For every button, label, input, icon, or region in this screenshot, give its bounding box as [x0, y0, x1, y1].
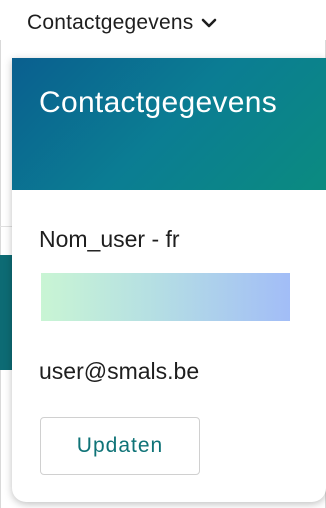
panel-title: Contactgegevens: [39, 86, 277, 119]
contact-info-dropdown-toggle[interactable]: Contactgegevens: [27, 11, 217, 35]
update-button[interactable]: Updaten: [40, 417, 200, 475]
user-email: user@smals.be: [39, 358, 200, 384]
chevron-down-icon: [201, 11, 217, 35]
redacted-field: [41, 273, 290, 321]
contact-info-toggle-label: Contactgegevens: [27, 11, 194, 34]
contact-info-dropdown-panel: Contactgegevens Nom_user - fr user@smals…: [12, 58, 326, 502]
background-divider: [0, 226, 12, 227]
background-teal-strip: [0, 255, 12, 370]
user-name: Nom_user - fr: [39, 226, 180, 252]
panel-header: Contactgegevens: [12, 58, 326, 190]
